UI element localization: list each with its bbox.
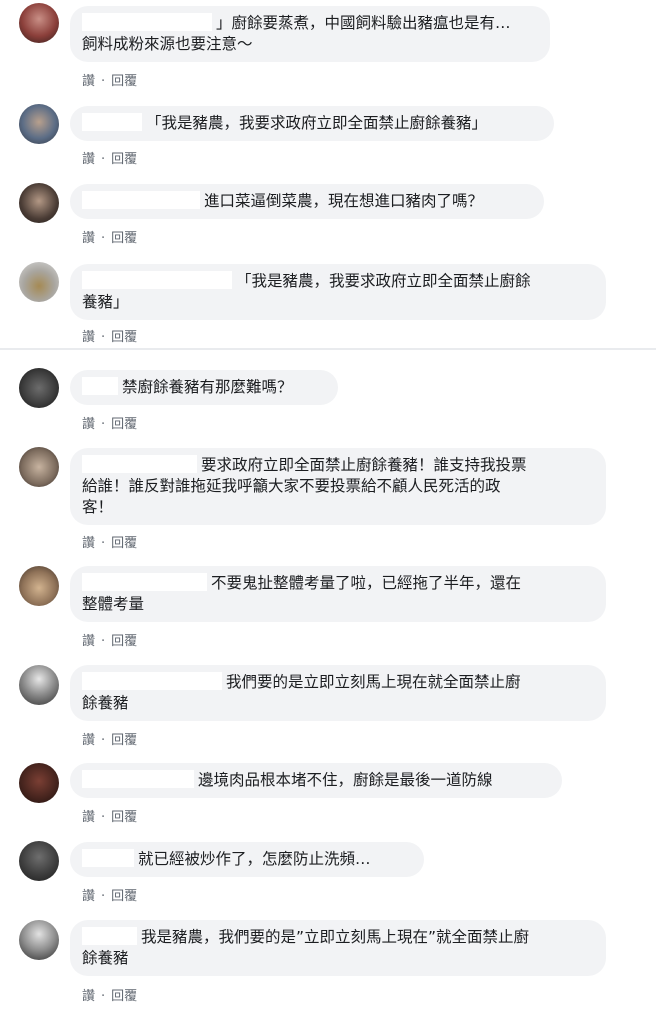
- like-link[interactable]: 讚: [82, 729, 95, 748]
- redacted-name: [82, 377, 118, 395]
- avatar[interactable]: [19, 920, 59, 960]
- comment-actions: 讚 · 回覆: [82, 532, 143, 551]
- avatar[interactable]: [19, 566, 59, 606]
- reply-link[interactable]: 回覆: [111, 885, 137, 904]
- comment-bubble: 」廚餘要蒸煮，中國飼料驗出豬瘟也是有… 飼料成粉來源也要注意～: [70, 6, 550, 62]
- comment-bubble: 進口菜逼倒菜農，現在想進口豬肉了嗎？: [70, 184, 544, 219]
- avatar[interactable]: [19, 183, 59, 223]
- avatar[interactable]: [19, 447, 59, 487]
- comment-bubble: 「我是豬農，我要求政府立即全面禁止廚餘養豬」: [70, 106, 554, 141]
- reply-link[interactable]: 回覆: [111, 630, 137, 649]
- avatar[interactable]: [19, 841, 59, 881]
- like-link[interactable]: 讚: [82, 532, 95, 551]
- comment-bubble: 不要鬼扯整體考量了啦，已經拖了半年，還在 整體考量: [70, 566, 606, 622]
- avatar[interactable]: [19, 262, 59, 302]
- redacted-name: [82, 849, 134, 867]
- comment-actions: 讚 · 回覆: [82, 227, 143, 246]
- redacted-name: [82, 455, 197, 473]
- avatar[interactable]: [19, 104, 59, 144]
- comment-bubble: 「我是豬農，我要求政府立即全面禁止廚餘 養豬」: [70, 264, 606, 320]
- reply-link[interactable]: 回覆: [111, 227, 137, 246]
- like-link[interactable]: 讚: [82, 70, 95, 89]
- redacted-name: [82, 113, 142, 131]
- comment-actions: 讚 · 回覆: [82, 148, 143, 167]
- comment-bubble: 就已經被炒作了，怎麼防止洗頻…: [70, 842, 424, 877]
- like-link[interactable]: 讚: [82, 413, 95, 432]
- like-link[interactable]: 讚: [82, 985, 95, 1004]
- like-link[interactable]: 讚: [82, 885, 95, 904]
- comment-bubble: 禁廚餘養豬有那麼難嗎？: [70, 370, 338, 405]
- comment-actions: 讚 · 回覆: [82, 413, 143, 432]
- section-divider: [0, 348, 656, 350]
- redacted-name: [82, 573, 207, 591]
- comment-actions: 讚 · 回覆: [82, 70, 143, 89]
- comment-text: 就已經被炒作了，怎麼防止洗頻…: [138, 850, 371, 868]
- reply-link[interactable]: 回覆: [111, 413, 137, 432]
- comment-actions: 讚 · 回覆: [82, 729, 143, 748]
- avatar[interactable]: [19, 3, 59, 43]
- avatar[interactable]: [19, 368, 59, 408]
- comment-actions: 讚 · 回覆: [82, 326, 143, 345]
- like-link[interactable]: 讚: [82, 806, 95, 825]
- comment-actions: 讚 · 回覆: [82, 885, 143, 904]
- reply-link[interactable]: 回覆: [111, 148, 137, 167]
- comment-text: 禁廚餘養豬有那麼難嗎？: [122, 378, 293, 396]
- like-link[interactable]: 讚: [82, 630, 95, 649]
- comment-bubble: 我是豬農，我們要的是”立即立刻馬上現在”就全面禁止廚 餘養豬: [70, 920, 606, 976]
- comment-text: 進口菜逼倒菜農，現在想進口豬肉了嗎？: [204, 192, 484, 210]
- comment-text: 「我是豬農，我要求政府立即全面禁止廚餘養豬」: [146, 114, 488, 132]
- redacted-name: [82, 927, 137, 945]
- like-link[interactable]: 讚: [82, 326, 95, 345]
- like-link[interactable]: 讚: [82, 148, 95, 167]
- like-link[interactable]: 讚: [82, 227, 95, 246]
- reply-link[interactable]: 回覆: [111, 729, 137, 748]
- comment-bubble: 我們要的是立即立刻馬上現在就全面禁止廚 餘養豬: [70, 665, 606, 721]
- comment-actions: 讚 · 回覆: [82, 806, 143, 825]
- comment-bubble: 要求政府立即全面禁止廚餘養豬！誰支持我投票 給誰！誰反對誰拖延我呼籲大家不要投票…: [70, 448, 606, 525]
- avatar[interactable]: [19, 665, 59, 705]
- comment-actions: 讚 · 回覆: [82, 985, 143, 1004]
- reply-link[interactable]: 回覆: [111, 985, 137, 1004]
- redacted-name: [82, 770, 194, 788]
- reply-link[interactable]: 回覆: [111, 326, 137, 345]
- comment-bubble: 邊境肉品根本堵不住，廚餘是最後一道防線: [70, 763, 562, 798]
- reply-link[interactable]: 回覆: [111, 532, 137, 551]
- avatar[interactable]: [19, 763, 59, 803]
- redacted-name: [82, 13, 212, 31]
- comment-actions: 讚 · 回覆: [82, 630, 143, 649]
- reply-link[interactable]: 回覆: [111, 806, 137, 825]
- redacted-name: [82, 672, 222, 690]
- redacted-name: [82, 191, 200, 209]
- reply-link[interactable]: 回覆: [111, 70, 137, 89]
- comment-text: 我是豬農，我們要的是”立即立刻馬上現在”就全面禁止廚 餘養豬: [82, 928, 530, 967]
- comment-text: 邊境肉品根本堵不住，廚餘是最後一道防線: [198, 771, 493, 789]
- redacted-name: [82, 271, 232, 289]
